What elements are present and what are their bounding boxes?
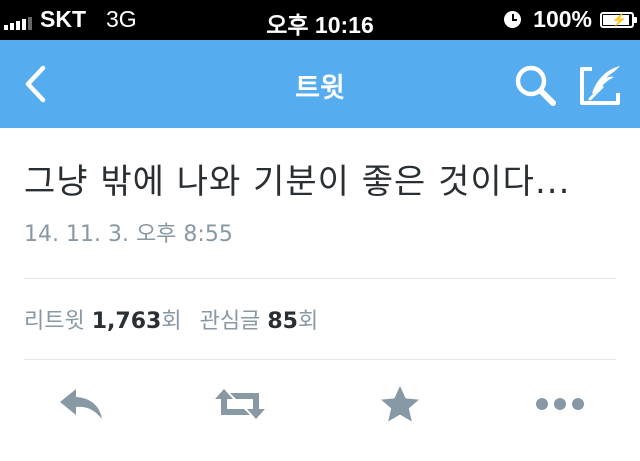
more-icon (536, 398, 584, 410)
search-icon (515, 65, 556, 106)
retweets-label: 리트윗 (24, 309, 85, 334)
reply-icon (60, 389, 102, 419)
tweet-text: 그냥 밖에 나와 기분이 좋은 것이다... (24, 162, 571, 202)
tweet-stats: 리트윗 1,763회 관심글 85회 (0, 279, 640, 359)
favorites-suffix: 회 (297, 309, 319, 334)
favorites-stat[interactable]: 관심글 85회 (200, 303, 319, 335)
tweet-actions (0, 360, 640, 450)
reply-button[interactable] (56, 380, 108, 428)
battery-percent: 100% (533, 6, 592, 32)
more-button[interactable] (534, 380, 586, 428)
alarm-clock-icon (504, 11, 522, 28)
favorites-count: 85 (267, 309, 298, 334)
favorites-label: 관심글 (199, 309, 261, 334)
favorite-button[interactable] (374, 380, 426, 428)
retweet-icon (215, 389, 265, 419)
status-bar: SKT 3G 오후 10:16 100% ⚡ (0, 0, 640, 40)
tweet-timestamp: 14. 11. 3. 오후 8:55 (24, 222, 233, 247)
star-icon (381, 386, 419, 422)
search-button[interactable] (510, 60, 560, 110)
retweet-button[interactable] (214, 380, 266, 428)
compose-button[interactable] (574, 60, 628, 110)
compose-icon (580, 66, 620, 105)
retweets-suffix: 회 (161, 309, 182, 334)
charging-bolt-icon: ⚡ (611, 11, 628, 27)
retweets-stat[interactable]: 리트윗 1,763회 (24, 303, 182, 335)
tweet-detail: 그냥 밖에 나와 기분이 좋은 것이다... 14. 11. 3. 오후 8:5… (0, 160, 640, 248)
retweets-count: 1,763 (91, 309, 162, 334)
battery-icon: ⚡ (600, 11, 637, 28)
nav-bar: 트윗 (0, 40, 640, 128)
